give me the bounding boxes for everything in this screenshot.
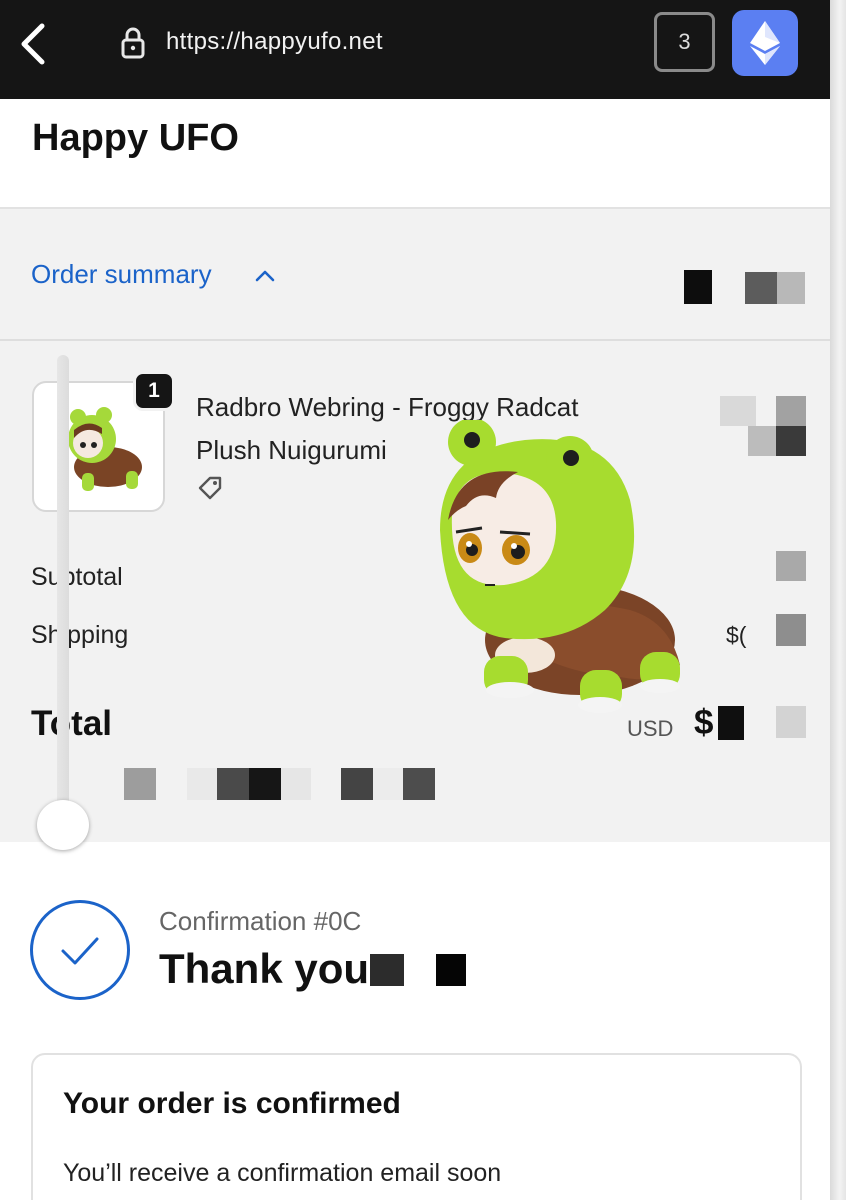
redacted-block <box>436 954 466 986</box>
redacted-tax-line <box>124 768 156 800</box>
subtotal-label: Subtotal <box>31 563 123 591</box>
item-quantity: 1 <box>148 379 160 402</box>
thank-you-heading: Thank you <box>159 945 370 992</box>
redacted-summary-total <box>684 270 712 304</box>
redacted-block <box>373 768 403 800</box>
redacted-block <box>745 272 777 304</box>
shipping-value: $( <box>726 622 747 648</box>
redacted-customer-name <box>370 954 404 986</box>
address-bar-url[interactable]: https://happyufo.net <box>166 28 383 56</box>
shipping-label: Shipping <box>31 621 129 649</box>
order-confirmed-title: Your order is confirmed <box>63 1087 401 1120</box>
window-edge <box>830 0 846 1200</box>
tab-count: 3 <box>678 29 691 54</box>
redacted-item-price <box>720 396 756 426</box>
redacted-block <box>217 768 249 800</box>
froggy-plush-image <box>440 420 680 713</box>
tab-switcher-button[interactable]: 3 <box>654 12 715 72</box>
checkmark-icon <box>61 937 99 965</box>
redacted-subtotal <box>776 551 806 581</box>
redacted-block <box>748 426 776 456</box>
redacted-block <box>187 768 217 800</box>
redacted-block <box>341 768 373 800</box>
scroll-track[interactable] <box>57 355 69 825</box>
store-name[interactable]: Happy UFO <box>32 117 239 160</box>
confirmation-number: Confirmation #0C <box>159 906 362 936</box>
redacted-block <box>249 768 281 800</box>
item-quantity-badge: 1 <box>133 371 175 411</box>
total-label: Total <box>31 704 113 743</box>
redacted-block <box>776 396 806 426</box>
total-value: $ <box>694 703 714 742</box>
redacted-block <box>777 272 805 304</box>
lock-icon <box>121 27 145 59</box>
price-tag-icon <box>198 476 222 500</box>
redacted-block <box>776 426 806 456</box>
redacted-total <box>718 706 744 740</box>
ethereum-icon <box>750 21 780 65</box>
chevron-up-icon[interactable] <box>254 267 276 283</box>
confirmation-check-circle <box>30 900 130 1000</box>
scroll-handle[interactable] <box>37 800 89 850</box>
order-confirmed-message: You’ll receive a confirmation email soon <box>63 1159 502 1187</box>
back-arrow-icon[interactable] <box>16 22 50 66</box>
wallet-button[interactable] <box>732 10 798 76</box>
browser-toolbar: https://happyufo.net 3 <box>0 0 830 99</box>
order-confirmed-card: Your order is confirmed You’ll receive a… <box>31 1053 802 1200</box>
redacted-block <box>776 706 806 738</box>
redacted-block <box>281 768 311 800</box>
store-header: Happy UFO <box>0 99 830 209</box>
redacted-shipping <box>776 614 806 646</box>
redacted-block <box>403 768 435 800</box>
order-summary-toggle[interactable]: Order summary <box>31 259 212 290</box>
